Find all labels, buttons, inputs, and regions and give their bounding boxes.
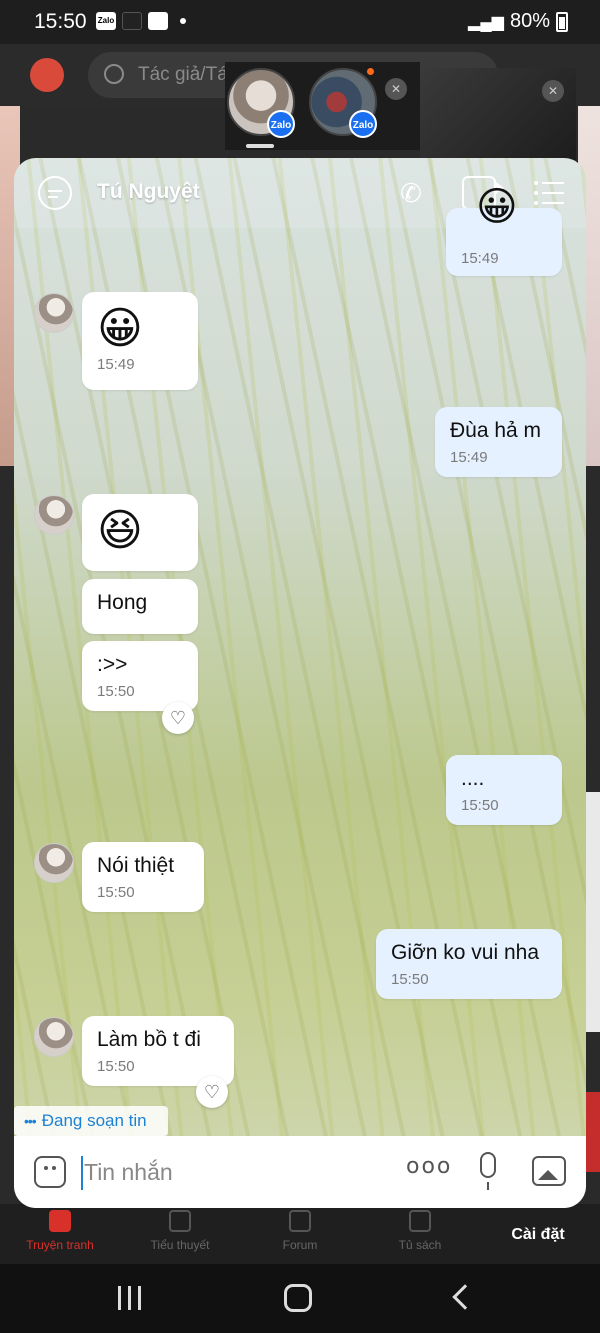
text-caret [81, 1156, 83, 1190]
tab-tieu-thuyet[interactable]: Tiểu thuyết [130, 1210, 230, 1252]
content-card-right [586, 792, 600, 1032]
comic-icon [49, 1210, 71, 1232]
image-icon[interactable] [532, 1156, 566, 1186]
contact-avatar[interactable] [34, 495, 74, 535]
contact-avatar[interactable] [34, 293, 74, 333]
message-bubble-mine[interactable]: Đùa hả m 15:49 [435, 407, 562, 477]
tab-forum[interactable]: Forum [250, 1210, 350, 1252]
status-bar: 15:50 Zalo ▂▄▆ 80% [0, 0, 600, 44]
tab-label: Tiểu thuyết [150, 1238, 210, 1252]
message-bubble-contact[interactable]: :>> 15:50 [82, 641, 198, 711]
message-bubble-mine[interactable]: .... 15:50 [446, 755, 562, 825]
message-time: 15:49 [450, 449, 488, 466]
mic-muted-icon[interactable]: ✕ [542, 80, 564, 102]
message-icon[interactable] [38, 176, 72, 210]
message-bubble-mine[interactable]: Giỡn ko vui nha 15:50 [376, 929, 562, 999]
notification-dot-icon [367, 68, 374, 75]
gallery-notification-icon [148, 12, 168, 30]
search-placeholder: Tác giả/Tá [138, 64, 228, 85]
tab-cai-dat[interactable]: Cài đặt [488, 1226, 588, 1244]
more-notifications-dot-icon [180, 18, 186, 24]
message-bubble-mine[interactable]: 😀 15:49 [446, 184, 562, 276]
tab-truyen-tranh[interactable]: Truyện tranh [10, 1210, 110, 1252]
menu-icon[interactable] [534, 176, 568, 210]
tab-label: Tủ sách [398, 1238, 442, 1252]
system-nav-bar [0, 1264, 600, 1333]
tab-label: Cài đặt [511, 1226, 565, 1243]
status-time: 15:50 [34, 10, 87, 33]
message-time: 15:49 [97, 356, 135, 373]
contact-avatar[interactable] [34, 1017, 74, 1057]
battery-icon [556, 11, 568, 32]
chat-window: Tú Nguyệt ✆ 😀 15:49 😀 15:49 Đùa hả m 15:… [14, 158, 586, 1208]
message-text: .... [461, 767, 485, 790]
message-time: 15:50 [391, 971, 429, 988]
mic-icon[interactable] [480, 1152, 496, 1190]
message-time: 15:50 [97, 884, 135, 901]
heart-icon[interactable]: ♡ [196, 1076, 228, 1108]
drag-handle[interactable] [246, 144, 274, 148]
back-icon[interactable] [452, 1284, 478, 1310]
message-bubble-contact[interactable]: Hong [82, 579, 198, 634]
emoji-icon[interactable] [34, 1156, 66, 1188]
tab-label: Forum [282, 1238, 318, 1252]
tab-label: Truyện tranh [26, 1238, 94, 1252]
message-time: 15:50 [97, 683, 135, 700]
message-time: 15:50 [461, 797, 499, 814]
message-text: Làm bồ t đi [97, 1028, 201, 1051]
tab-tu-sach[interactable]: Tủ sách [370, 1210, 470, 1252]
app-notification-icon [122, 12, 142, 30]
message-bubble-contact[interactable]: Nói thiệt 15:50 [82, 842, 204, 912]
message-text: Giỡn ko vui nha [391, 941, 540, 964]
typing-dots-icon: ••• [24, 1113, 37, 1129]
typing-text: Đang soạn tin [41, 1111, 147, 1130]
floating-call-bubbles: Zalo Zalo ✕ [225, 62, 420, 150]
message-emoji: 😀 [97, 303, 143, 354]
status-right: ▂▄▆ 80% [468, 10, 568, 33]
message-text: Hong [97, 591, 148, 614]
message-time: 15:49 [461, 250, 499, 267]
more-icon[interactable]: ooo [406, 1154, 452, 1179]
search-icon [104, 64, 124, 84]
battery-level: 80% [509, 10, 550, 32]
message-input[interactable] [84, 1154, 384, 1190]
phone-icon[interactable]: ✆ [394, 176, 428, 210]
book-icon [169, 1210, 191, 1232]
mini-video-preview[interactable]: ✕ [420, 68, 576, 160]
typing-indicator: ••• Đang soạn tin [14, 1106, 168, 1136]
content-card-right-red [586, 1092, 600, 1172]
contact-name[interactable]: Tú Nguyệt [97, 180, 200, 204]
contact-avatar[interactable] [34, 843, 74, 883]
background-tab-bar: Truyện tranh Tiểu thuyết Forum Tủ sách C… [0, 1204, 600, 1264]
zalo-badge-icon: Zalo [349, 110, 377, 138]
message-text: Nói thiệt [97, 854, 175, 877]
forum-icon [289, 1210, 311, 1232]
recent-apps-icon[interactable] [118, 1286, 142, 1310]
zalo-notification-icon: Zalo [96, 12, 116, 30]
message-emoji: 😆 [97, 505, 143, 556]
message-bubble-contact[interactable]: 😀 15:49 [82, 292, 198, 390]
message-text: Đùa hả m [450, 419, 542, 442]
mic-muted-icon[interactable]: ✕ [385, 78, 407, 100]
home-icon[interactable] [284, 1284, 312, 1312]
zalo-badge-icon: Zalo [267, 110, 295, 138]
bookshelf-icon [409, 1210, 431, 1232]
wifi-signal-icon: ▂▄▆ [468, 13, 504, 31]
heart-icon[interactable]: ♡ [162, 702, 194, 734]
message-input-bar: ooo [14, 1136, 586, 1208]
app-logo[interactable] [30, 58, 64, 92]
message-text: :>> [97, 653, 128, 676]
message-bubble-contact[interactable]: 😆 [82, 494, 198, 571]
message-time: 15:50 [97, 1058, 135, 1075]
message-emoji: 😀 [476, 184, 518, 230]
